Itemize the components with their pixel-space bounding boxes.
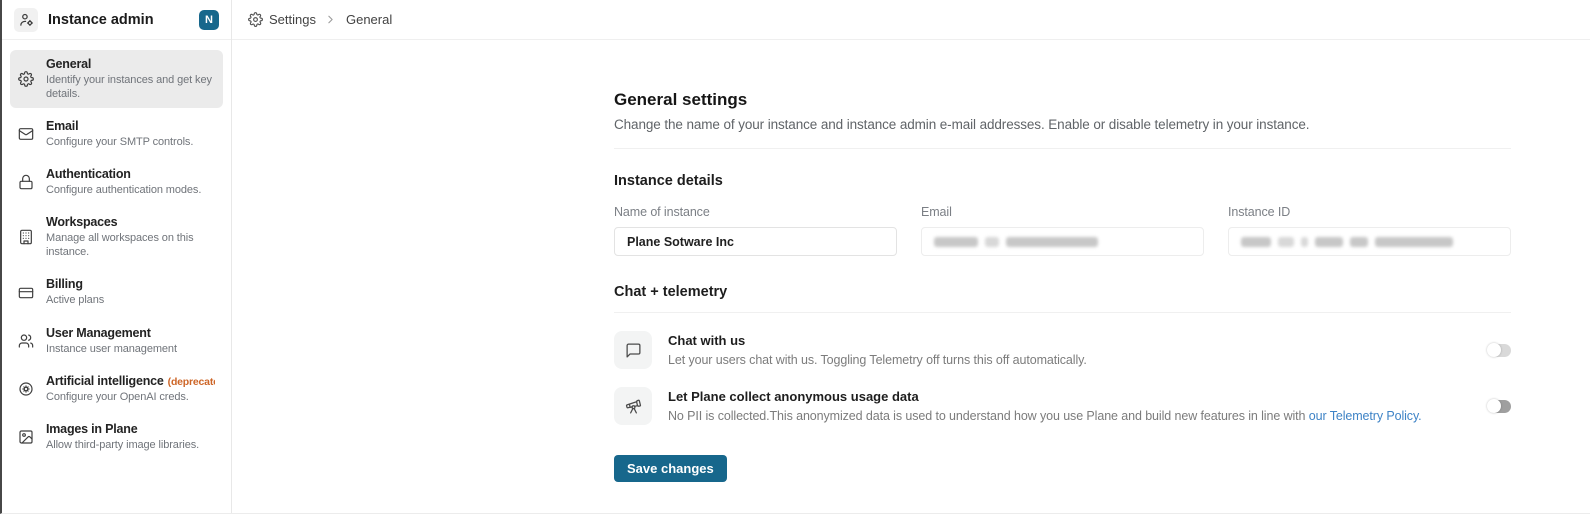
redacted-value	[1350, 237, 1368, 247]
sidebar-item-description: Configure your SMTP controls.	[46, 135, 215, 149]
instance-details-fields: Name of instance Email Instance ID	[614, 205, 1511, 256]
deprecated-tag: (deprecated)	[168, 376, 215, 388]
page-title: General settings	[614, 90, 1511, 110]
sidebar-item-description: Configure authentication modes.	[46, 183, 215, 197]
redacted-value	[1278, 237, 1294, 247]
sidebar-item-authentication[interactable]: Authentication Configure authentication …	[10, 160, 223, 204]
telemetry-toggle[interactable]	[1488, 400, 1511, 413]
redacted-value	[934, 237, 978, 247]
telemetry-title: Let Plane collect anonymous usage data	[668, 389, 1422, 404]
sidebar-item-label: Authentication	[46, 167, 131, 181]
sidebar-menu: General Identify your instances and get …	[2, 40, 231, 469]
sidebar-item-billing[interactable]: Billing Active plans	[10, 270, 223, 314]
sidebar-item-label: Billing	[46, 277, 83, 291]
chevron-right-icon	[324, 13, 338, 27]
breadcrumb-general[interactable]: General	[346, 12, 392, 27]
page-subtitle: Change the name of your instance and ins…	[614, 117, 1511, 132]
sidebar-item-label: User Management	[46, 326, 151, 340]
field-label: Email	[921, 205, 1204, 219]
toggle-knob	[1487, 343, 1501, 357]
sidebar-item-description: Configure your OpenAI creds.	[46, 390, 215, 404]
save-changes-button[interactable]: Save changes	[614, 455, 727, 482]
instance-id-input[interactable]	[1228, 227, 1511, 256]
app-title: Instance admin	[48, 12, 199, 28]
building-icon	[18, 229, 34, 245]
sidebar-item-description: Active plans	[46, 293, 215, 307]
redacted-value	[1301, 237, 1308, 247]
users-icon	[18, 333, 34, 349]
instance-details-heading: Instance details	[614, 173, 1511, 189]
content: General settings Change the name of your…	[232, 40, 1590, 482]
name-of-instance-input[interactable]	[614, 227, 897, 256]
field-instance-id: Instance ID	[1228, 205, 1511, 256]
telemetry-description: No PII is collected.This anonymized data…	[668, 409, 1309, 423]
gear-icon	[248, 12, 263, 27]
sidebar-item-description: Identify your instances and get key deta…	[46, 73, 215, 101]
credit-card-icon	[18, 285, 34, 301]
sidebar: Instance admin N General Identify your i…	[2, 0, 232, 513]
sidebar-item-label: Workspaces	[46, 215, 117, 229]
field-label: Instance ID	[1228, 205, 1511, 219]
chat-bubble-icon	[614, 331, 652, 369]
redacted-value	[1006, 237, 1098, 247]
sidebar-item-description: Manage all workspaces on this instance.	[46, 231, 215, 259]
toggle-knob	[1487, 399, 1501, 413]
sidebar-item-user-management[interactable]: User Management Instance user management	[10, 319, 223, 363]
user-cog-icon	[14, 8, 38, 32]
sidebar-item-general[interactable]: General Identify your instances and get …	[10, 50, 223, 108]
sidebar-item-description: Instance user management	[46, 342, 215, 356]
redacted-value	[1241, 237, 1271, 247]
sidebar-item-email[interactable]: Email Configure your SMTP controls.	[10, 112, 223, 156]
telescope-icon	[614, 387, 652, 425]
breadcrumb-label: Settings	[269, 12, 316, 27]
chat-with-us-description: Let your users chat with us. Toggling Te…	[668, 353, 1087, 367]
telemetry-row: Let Plane collect anonymous usage data N…	[614, 387, 1511, 425]
divider	[614, 312, 1511, 313]
main-area: Settings General General settings Change…	[232, 0, 1590, 513]
field-name-of-instance: Name of instance	[614, 205, 897, 256]
sidebar-item-label: Email	[46, 119, 78, 133]
lock-icon	[18, 174, 34, 190]
chat-with-us-toggle[interactable]	[1488, 344, 1511, 357]
breadcrumb-settings[interactable]: Settings	[248, 12, 316, 27]
field-email: Email	[921, 205, 1204, 256]
divider	[614, 148, 1511, 149]
chat-with-us-title: Chat with us	[668, 333, 1087, 348]
redacted-value	[985, 237, 999, 247]
image-icon	[18, 429, 34, 445]
field-label: Name of instance	[614, 205, 897, 219]
redacted-value	[1375, 237, 1453, 247]
email-input[interactable]	[921, 227, 1204, 256]
gear-icon	[18, 71, 34, 87]
telemetry-policy-link[interactable]: our Telemetry Policy.	[1309, 409, 1422, 423]
redacted-value	[1315, 237, 1343, 247]
instance-badge[interactable]: N	[199, 10, 219, 30]
sidebar-item-workspaces[interactable]: Workspaces Manage all workspaces on this…	[10, 208, 223, 266]
chat-with-us-row: Chat with us Let your users chat with us…	[614, 331, 1511, 369]
sidebar-item-images-in-plane[interactable]: Images in Plane Allow third-party image …	[10, 415, 223, 459]
breadcrumb: Settings General	[232, 0, 1590, 40]
sidebar-item-label: Images in Plane	[46, 422, 137, 436]
sidebar-header: Instance admin N	[2, 0, 231, 40]
sidebar-item-label: General	[46, 57, 91, 71]
breadcrumb-label: General	[346, 12, 392, 27]
sidebar-item-description: Allow third-party image libraries.	[46, 438, 215, 452]
chat-telemetry-heading: Chat + telemetry	[614, 284, 1511, 300]
mail-icon	[18, 126, 34, 142]
sidebar-item-artificial-intelligence[interactable]: Artificial intelligence (deprecated) Con…	[10, 367, 223, 411]
sidebar-item-label: Artificial intelligence	[46, 374, 164, 388]
ai-icon	[18, 381, 34, 397]
